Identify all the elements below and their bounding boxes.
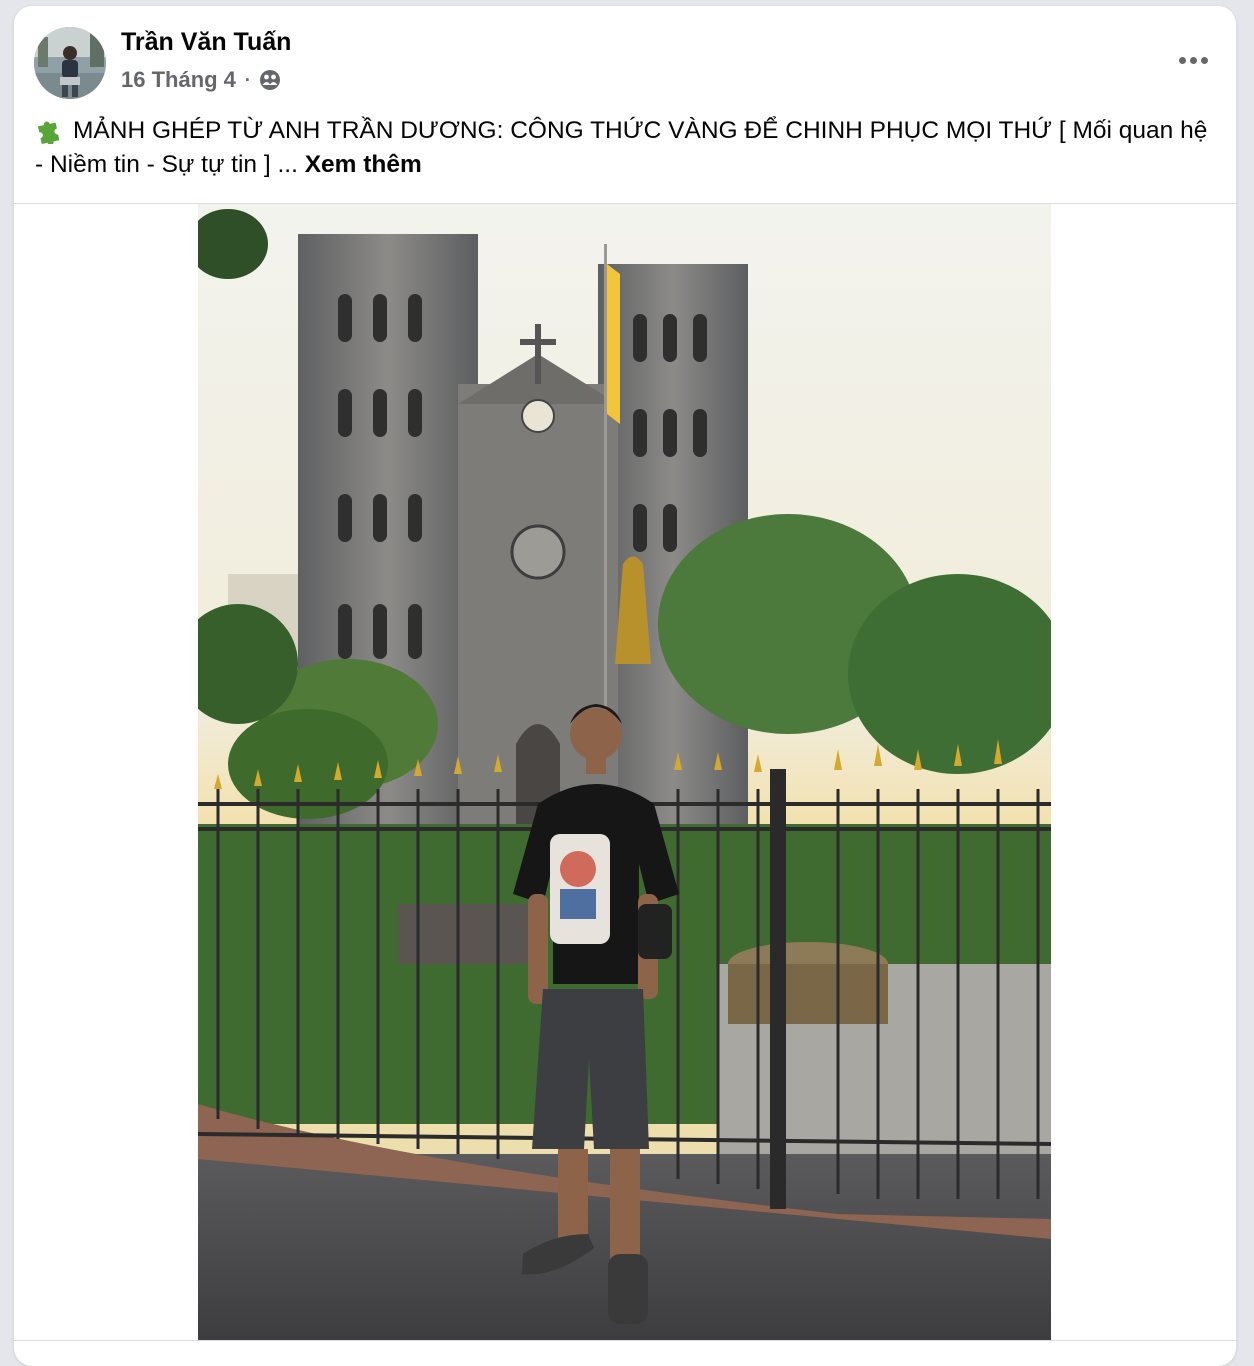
more-dot bbox=[1178, 56, 1186, 64]
friends-icon[interactable] bbox=[259, 69, 281, 91]
post-caption: MẢNH GHÉP TỪ ANH TRẦN DƯƠNG: CÔNG THỨC V… bbox=[35, 114, 1215, 182]
post-card: Trần Văn Tuấn 16 Tháng 4 · MẢNH GHÉP TỪ … bbox=[14, 6, 1236, 1366]
post-date[interactable]: 16 Tháng 4 bbox=[121, 67, 236, 93]
author-avatar[interactable] bbox=[34, 27, 106, 99]
more-dot bbox=[1189, 56, 1197, 64]
see-more-link[interactable]: Xem thêm bbox=[305, 151, 422, 178]
more-options-icon[interactable] bbox=[1172, 42, 1214, 78]
post-photo[interactable] bbox=[198, 204, 1051, 1340]
author-name[interactable]: Trần Văn Tuấn bbox=[121, 28, 291, 57]
bottom-divider bbox=[14, 1340, 1236, 1341]
meta-separator: · bbox=[244, 69, 251, 90]
puzzle-piece-icon bbox=[35, 116, 65, 146]
avatar-image bbox=[34, 27, 106, 99]
more-dot bbox=[1200, 56, 1208, 64]
post-meta: 16 Tháng 4 · bbox=[121, 67, 281, 93]
caption-text: MẢNH GHÉP TỪ ANH TRẦN DƯƠNG: CÔNG THỨC V… bbox=[35, 117, 1208, 178]
photo-image bbox=[198, 204, 1051, 1340]
